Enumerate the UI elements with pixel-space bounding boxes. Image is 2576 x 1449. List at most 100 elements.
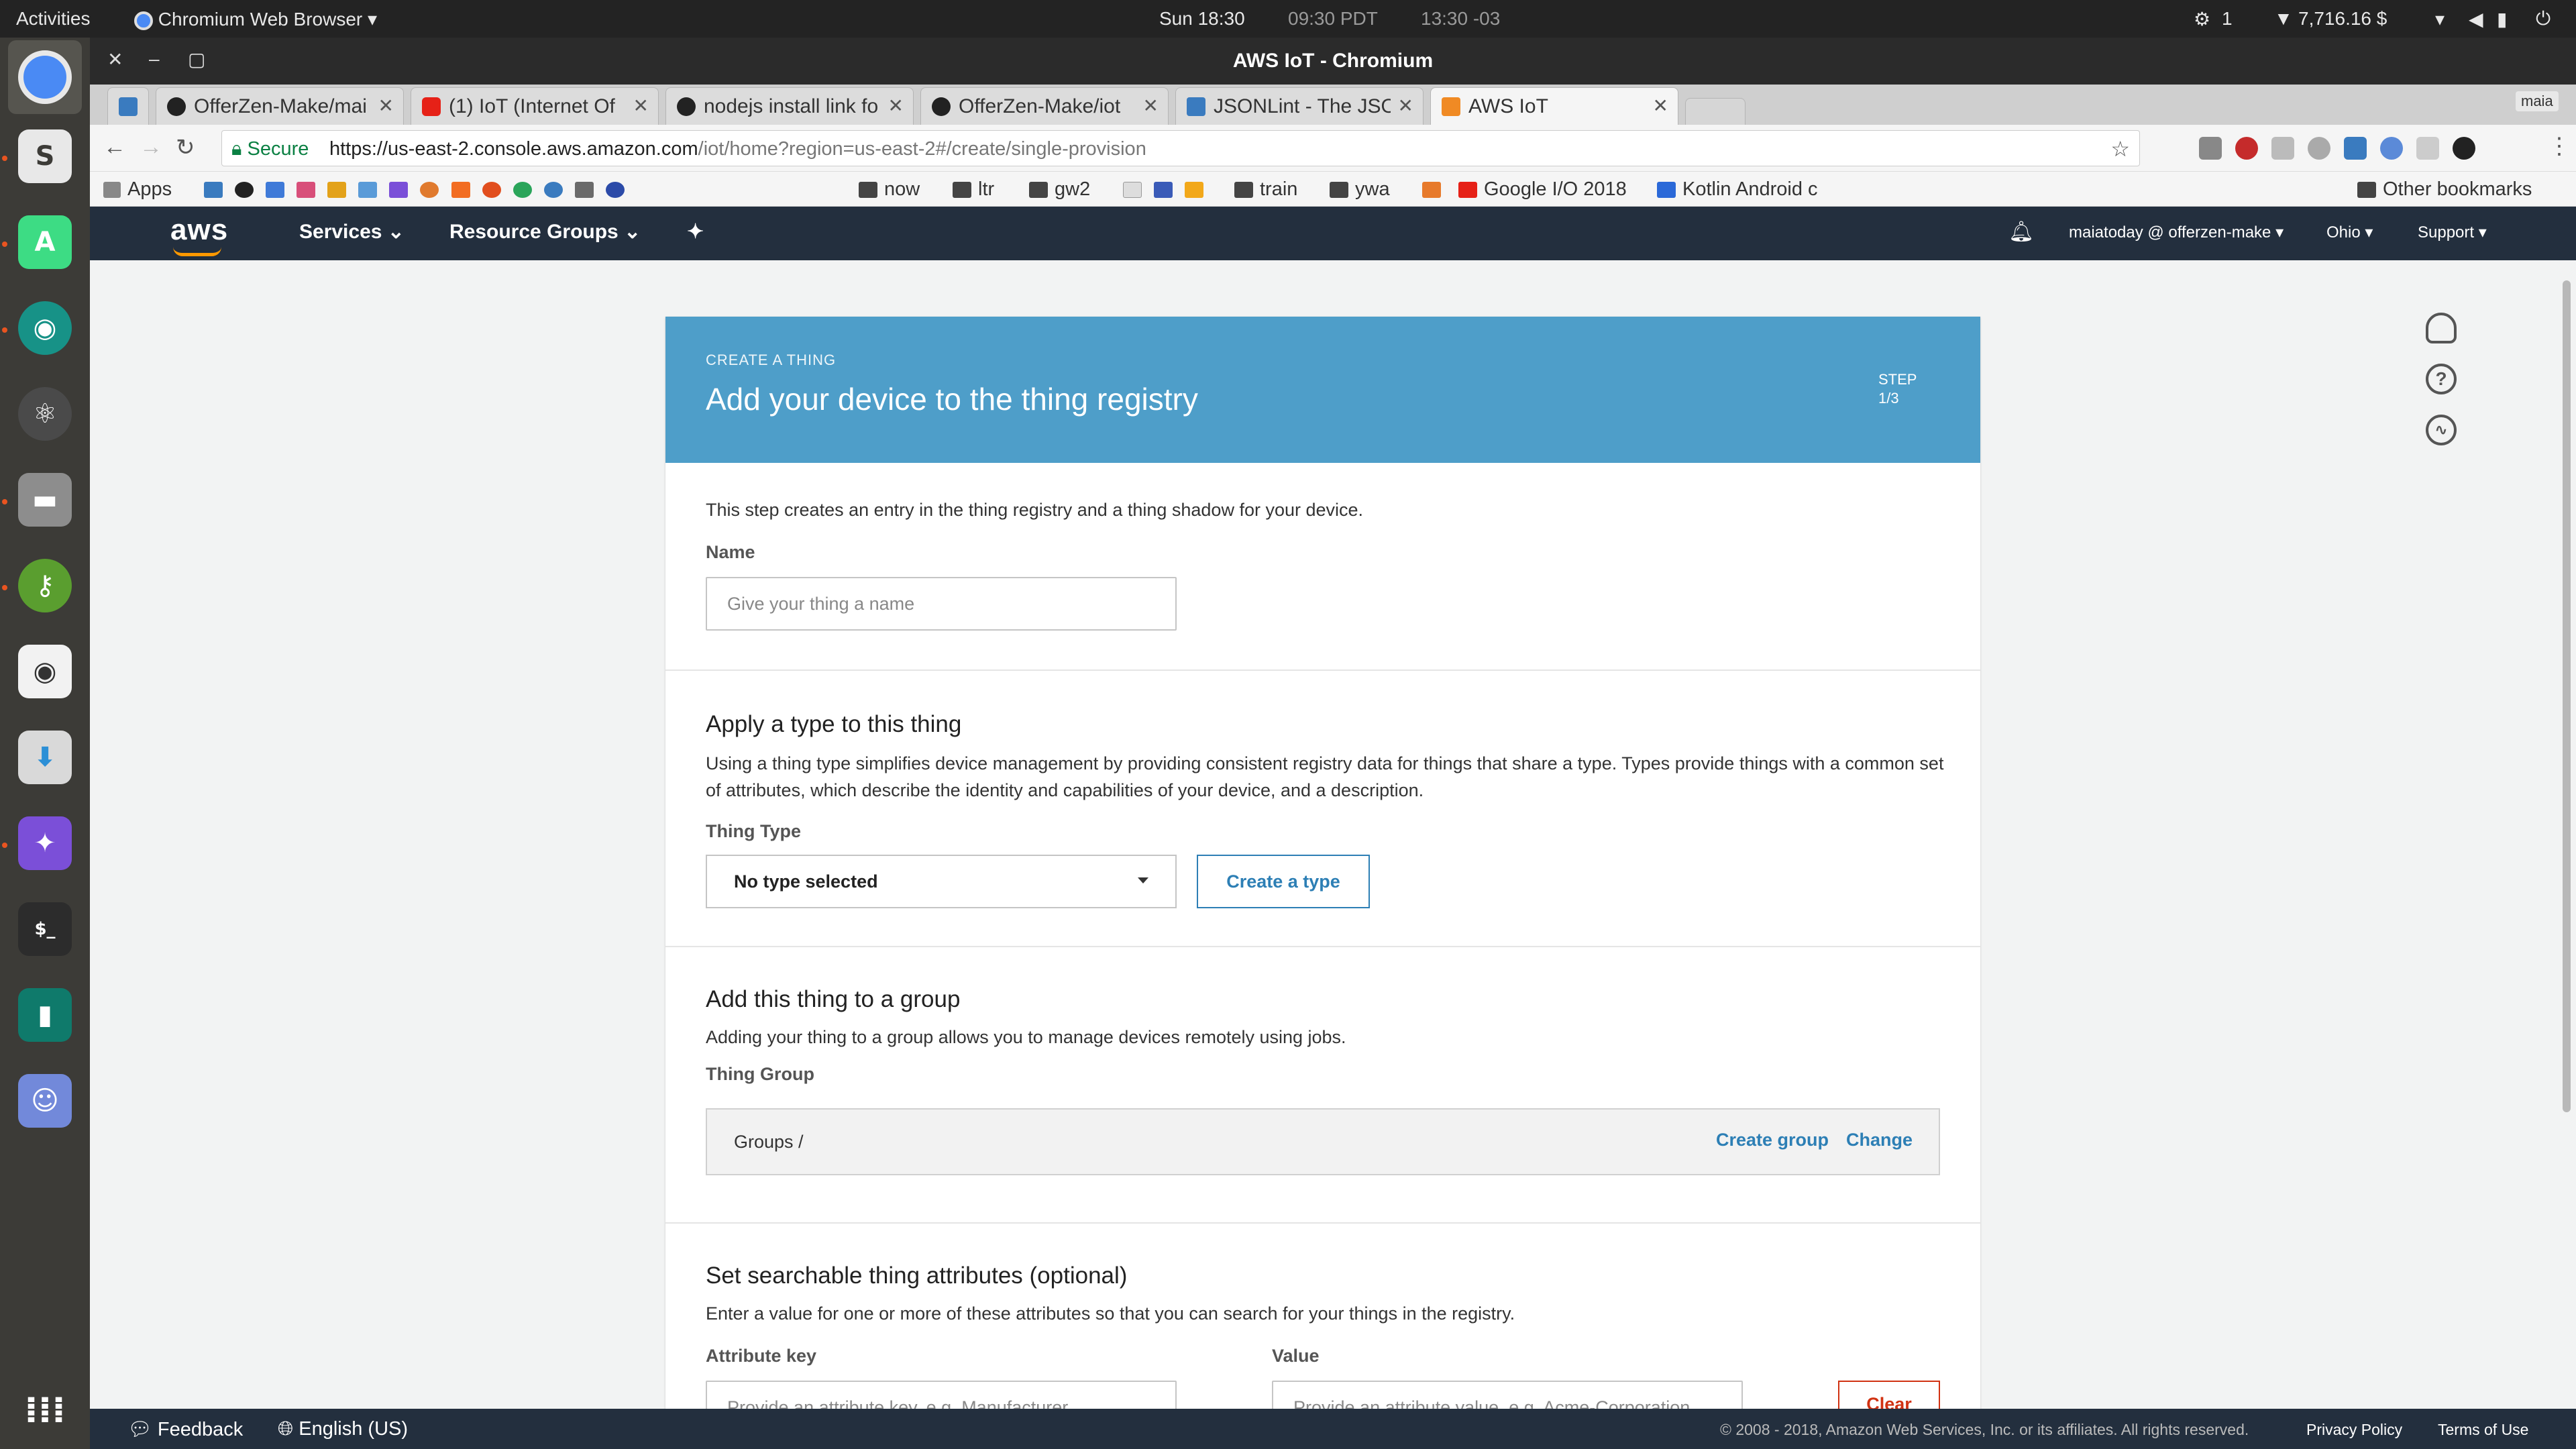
feedback-link[interactable]: 💬︎ Feedback: [127, 1418, 243, 1441]
back-icon[interactable]: ←: [103, 134, 126, 160]
soundcloud-icon[interactable]: [451, 182, 470, 199]
region-menu[interactable]: Ohio ▾: [2326, 223, 2373, 242]
extension-icon[interactable]: [1185, 182, 1204, 199]
bookmark-apps[interactable]: Apps: [103, 178, 172, 201]
extension-icon[interactable]: [2380, 137, 2403, 160]
printer-icon[interactable]: [2271, 137, 2294, 160]
extension-icon[interactable]: [2308, 137, 2330, 160]
balance-indicator[interactable]: 7,716.16 $: [2298, 8, 2387, 30]
dock-chromium[interactable]: [8, 40, 82, 114]
account-menu[interactable]: maiatoday @ offerzen-make ▾: [2069, 223, 2284, 242]
tab-offerzen-make-mai[interactable]: OfferZen-Make/mai ✕: [156, 87, 404, 125]
extension-icon[interactable]: [605, 182, 625, 199]
bookmark-kotlin-logo[interactable]: [1422, 178, 1448, 201]
dock-notebook[interactable]: ▮: [8, 978, 82, 1052]
adblock-icon[interactable]: [2235, 137, 2258, 160]
support-menu[interactable]: Support ▾: [2418, 223, 2487, 242]
bookmark-folder-gw2[interactable]: gw2: [1029, 178, 1090, 201]
wifi-icon[interactable]: ▾: [2435, 8, 2445, 30]
close-tab-icon[interactable]: ✕: [1398, 95, 1413, 117]
privacy-policy-link[interactable]: Privacy Policy: [2306, 1421, 2402, 1439]
tab-offerzen-make-iot[interactable]: OfferZen-Make/iot ✕: [920, 87, 1169, 125]
battery-icon[interactable]: ▮: [2497, 8, 2507, 30]
bookmark-star-icon[interactable]: ☆: [2110, 136, 2130, 162]
extension-icon[interactable]: [482, 182, 501, 199]
language-selector[interactable]: 🌐︎ English (US): [278, 1418, 408, 1440]
url-text[interactable]: https://us-east-2.console.aws.amazon.com…: [329, 138, 1146, 160]
close-tab-icon[interactable]: ✕: [633, 95, 649, 117]
bookmark-folder-now[interactable]: now: [859, 178, 920, 201]
dock-software[interactable]: ⬇: [8, 720, 82, 794]
thing-type-select[interactable]: No type selected: [706, 855, 1177, 908]
secure-indicator[interactable]: 🔒︎ Secure: [231, 138, 309, 160]
gear-icon[interactable]: ⚙: [2194, 8, 2210, 30]
activity-icon[interactable]: ∿: [2426, 415, 2457, 445]
scrollbar-thumb[interactable]: [2563, 280, 2571, 1112]
bookmark-kotlin-android[interactable]: Kotlin Android c: [1657, 178, 1818, 201]
mail-icon[interactable]: [204, 182, 223, 199]
page-icon[interactable]: [1123, 182, 1142, 199]
bookmark-folder-ltr[interactable]: ltr: [953, 178, 994, 201]
activities-button[interactable]: Activities: [16, 8, 90, 30]
profile-badge[interactable]: maia: [2516, 91, 2559, 111]
address-bar[interactable]: 🔒︎ Secure https://us-east-2.console.aws.…: [221, 130, 2140, 166]
power-icon[interactable]: ⏻: [2536, 8, 2551, 30]
aws-logo[interactable]: aws: [170, 213, 228, 256]
extension-icon[interactable]: [2199, 137, 2222, 160]
help-icon[interactable]: ?: [2426, 364, 2457, 394]
tab-iot-youtube[interactable]: (1) IoT (Internet Of ✕: [411, 87, 659, 125]
volume-icon[interactable]: ◀: [2469, 8, 2483, 30]
create-group-link[interactable]: Create group: [1716, 1130, 1829, 1150]
services-menu[interactable]: Services ⌄: [299, 220, 405, 244]
new-tab-button[interactable]: [1685, 98, 1746, 125]
reload-icon[interactable]: ↻: [176, 134, 195, 161]
close-tab-icon[interactable]: ✕: [378, 95, 394, 117]
bookmark-google-io[interactable]: Google I/O 2018: [1458, 178, 1627, 201]
name-field[interactable]: [706, 577, 1177, 631]
bell-icon[interactable]: 🔔︎: [2008, 220, 2034, 244]
github-icon[interactable]: [235, 182, 254, 199]
dock-files[interactable]: ▬: [8, 463, 82, 537]
dock-slack[interactable]: S: [8, 119, 82, 193]
dock-keepass[interactable]: ⚷: [8, 549, 82, 623]
dock-android-studio[interactable]: A: [8, 205, 82, 279]
forward-icon[interactable]: →: [140, 134, 162, 160]
extension-icon[interactable]: [358, 182, 378, 199]
extension-icon[interactable]: [389, 182, 409, 199]
dock-insomnia[interactable]: ✦: [8, 806, 82, 880]
slack-icon[interactable]: [297, 182, 316, 199]
page-scrollbar[interactable]: [2557, 268, 2575, 1409]
extension-icon[interactable]: [2416, 137, 2439, 160]
window-titlebar[interactable]: ✕ – ▢ AWS IoT - Chromium: [90, 38, 2576, 85]
extension-icon[interactable]: [1154, 182, 1173, 199]
drive-icon[interactable]: [327, 182, 347, 199]
create-type-button[interactable]: Create a type: [1197, 855, 1370, 908]
dock-atom[interactable]: ⚛: [8, 377, 82, 451]
close-tab-icon[interactable]: ✕: [1653, 95, 1668, 117]
show-applications-button[interactable]: ⁞⁞⁞: [8, 1373, 82, 1446]
pin-icon[interactable]: ✦: [687, 220, 704, 244]
extension-icon[interactable]: [2344, 137, 2367, 160]
terms-of-use-link[interactable]: Terms of Use: [2438, 1421, 2528, 1439]
thing-name-input[interactable]: [707, 578, 1175, 629]
change-group-link[interactable]: Change: [1846, 1130, 1913, 1150]
bookmark-folder-ywa[interactable]: ywa: [1330, 178, 1390, 201]
clock[interactable]: Sun 18:30: [1159, 8, 1245, 30]
close-tab-icon[interactable]: ✕: [1143, 95, 1159, 117]
shield-icon[interactable]: [266, 182, 285, 199]
extension-icon[interactable]: [420, 182, 439, 199]
notifications-bell-icon[interactable]: [2426, 313, 2457, 343]
bookmark-other[interactable]: Other bookmarks: [2357, 178, 2532, 201]
dock-rhythmbox[interactable]: ◉: [8, 635, 82, 708]
close-tab-icon[interactable]: ✕: [888, 95, 904, 117]
extension-icon[interactable]: [2453, 137, 2475, 160]
extension-icon[interactable]: [574, 182, 594, 199]
resource-groups-menu[interactable]: Resource Groups ⌄: [449, 220, 641, 244]
dock-terminal[interactable]: $_: [8, 892, 82, 966]
tab-jsonlint[interactable]: JSONLint - The JSO ✕: [1175, 87, 1424, 125]
bookmark-folder-train[interactable]: train: [1234, 178, 1297, 201]
whatsapp-icon[interactable]: [513, 182, 532, 199]
tab-pinned-mail[interactable]: [107, 87, 149, 125]
app-menu[interactable]: Chromium Web Browser ▾: [134, 8, 377, 30]
dock-discord[interactable]: ☺: [8, 1064, 82, 1138]
